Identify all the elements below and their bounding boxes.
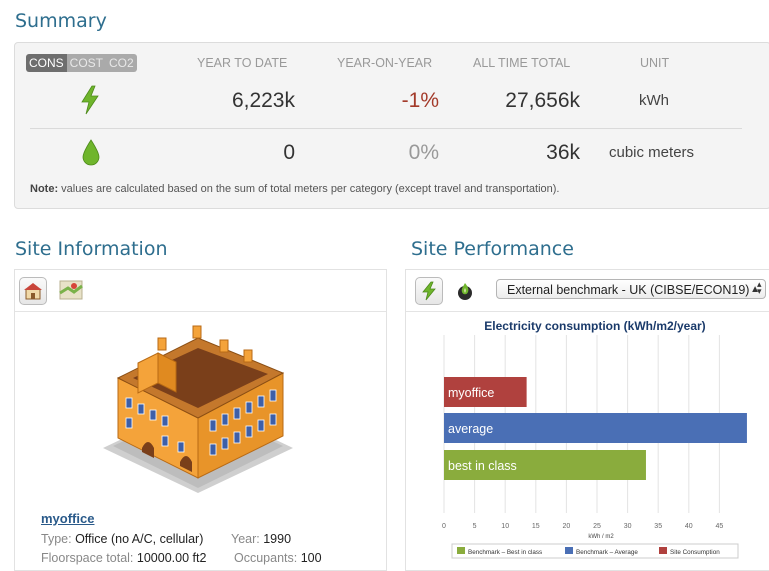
site-information-title: Site Information [15,238,168,260]
site-name-link[interactable]: myoffice [41,511,94,526]
lightning-icon [81,85,99,115]
summary-panel: CONS COST CO2 YEAR TO DATE YEAR-ON-YEAR … [14,42,769,209]
mode-cost-button[interactable]: COST [66,54,107,72]
chart-title: Electricity consumption (kWh/m2/year) [484,319,706,333]
water-drop-icon [82,139,100,166]
benchmark-select[interactable]: External benchmark - UK (CIBSE/ECON19) ▲… [496,279,766,299]
x-tick-label: 15 [532,523,540,530]
water-unit: cubic meters [609,144,695,161]
building-view-button[interactable] [19,277,47,305]
summary-title: Summary [15,10,107,32]
mode-cons-button[interactable]: CONS [26,54,67,72]
header-year-on-year: YEAR-ON-YEAR [337,56,433,70]
legend-swatch [659,547,667,554]
site-type-line: Type: Office (no A/C, cellular) [41,532,204,546]
summary-note: Note: values are calculated based on the… [30,183,560,195]
x-tick-label: 35 [654,523,662,530]
x-tick-label: 0 [442,523,446,530]
x-tick-label: 20 [563,523,571,530]
water-yoy: 0% [408,141,439,164]
site-year-line: Year: 1990 [231,532,292,546]
legend-label: Site Consumption [670,549,720,556]
updown-arrows-icon: ▴ ▾ [757,279,762,296]
bar-label: average [448,422,493,436]
electricity-unit: kWh [639,92,669,109]
electricity-yoy: -1% [401,89,439,112]
row-divider [30,128,742,129]
legend-swatch [457,547,465,554]
benchmark-chart: 0 5 10 15 20 25 30 35 40 45 kWh / m2 myoffice averag… [442,335,747,559]
lightning-icon [422,281,436,301]
x-axis-label: kWh / m2 [588,534,614,540]
x-tick-label: 25 [593,523,601,530]
site-performance-title: Site Performance [411,238,574,260]
electricity-ytd: 6,223k [231,89,295,112]
map-icon[interactable] [59,279,83,301]
electricity-tab-button[interactable] [415,277,443,305]
gas-flame-icon[interactable] [455,279,475,301]
x-tick-label: 40 [685,523,693,530]
header-unit: UNIT [640,56,670,70]
building-illustration [103,325,293,493]
water-ytd: 0 [283,141,295,164]
x-tick-label: 10 [501,523,509,530]
x-tick-label: 45 [716,523,724,530]
header-year-to-date: YEAR TO DATE [197,56,288,70]
building-icon [24,283,42,300]
legend-label: Benchmark – Average [576,549,638,556]
legend-swatch [565,547,573,554]
bar-label: best in class [448,459,517,473]
legend-label: Benchmark – Best in class [468,549,542,556]
mode-co2-button[interactable]: CO2 [106,54,137,72]
electricity-total: 27,656k [505,89,580,112]
header-all-time-total: ALL TIME TOTAL [473,56,571,70]
water-total: 36k [546,141,580,164]
bar-label: myoffice [448,386,494,400]
x-tick-label: 5 [473,523,477,530]
x-tick-label: 30 [624,523,632,530]
mode-toggle: CONS COST CO2 [26,54,137,72]
